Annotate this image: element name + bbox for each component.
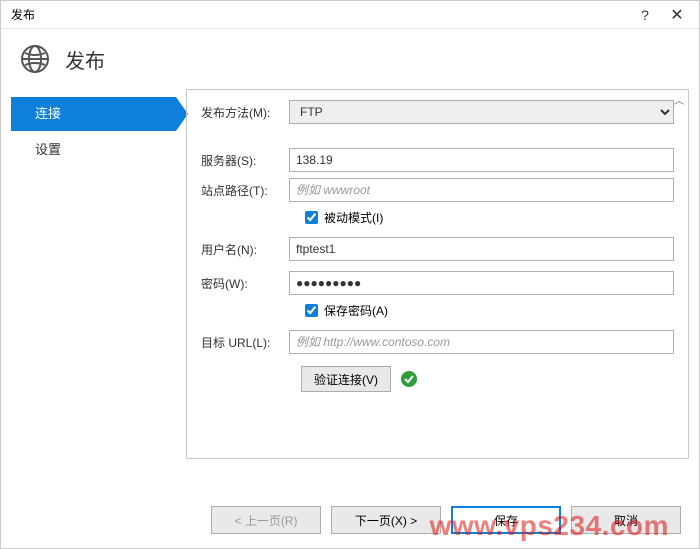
title-bar: 发布 ? ✕ [1,1,699,29]
passive-mode-checkbox[interactable] [305,211,318,224]
target-url-label: 目标 URL(L): [201,334,289,351]
username-label: 用户名(N): [201,241,289,258]
sitepath-input[interactable] [289,178,674,202]
password-input[interactable] [289,271,674,295]
password-label: 密码(W): [201,275,289,292]
publish-method-select[interactable]: FTP [289,100,674,124]
save-password-label: 保存密码(A) [324,302,388,319]
collapse-icon[interactable]: ︿ [674,92,684,107]
sidebar-item-connection[interactable]: 连接 [11,97,176,131]
dialog-header: 发布 [1,29,699,85]
target-url-input[interactable] [289,330,674,354]
sidebar: 连接 设置 [11,89,176,459]
dialog-footer: < 上一页(R) 下一页(X) > 保存 取消 [211,506,681,534]
server-label: 服务器(S): [201,152,289,169]
dialog-body: 连接 设置 ︿ 发布方法(M): FTP 服务器(S): 站点路径(T): [1,85,699,459]
publish-method-label: 发布方法(M): [201,104,289,121]
window-title: 发布 [11,6,629,23]
passive-mode-label: 被动模式(I) [324,209,383,226]
prev-button[interactable]: < 上一页(R) [211,506,321,534]
sidebar-item-label: 设置 [35,142,61,157]
close-button[interactable]: ✕ [661,5,693,25]
sidebar-item-label: 连接 [35,106,61,121]
sitepath-label: 站点路径(T): [201,182,289,199]
save-button[interactable]: 保存 [451,506,561,534]
help-button[interactable]: ? [629,7,661,23]
success-icon [401,371,417,387]
next-button[interactable]: 下一页(X) > [331,506,441,534]
globe-icon [19,43,51,75]
verify-connection-button[interactable]: 验证连接(V) [301,366,391,392]
sidebar-item-settings[interactable]: 设置 [11,133,176,167]
dialog-title: 发布 [65,45,105,74]
username-input[interactable] [289,237,674,261]
cancel-button[interactable]: 取消 [571,506,681,534]
form-panel: ︿ 发布方法(M): FTP 服务器(S): 站点路径(T): 被动模式(I) … [186,89,689,459]
server-input[interactable] [289,148,674,172]
save-password-checkbox[interactable] [305,304,318,317]
